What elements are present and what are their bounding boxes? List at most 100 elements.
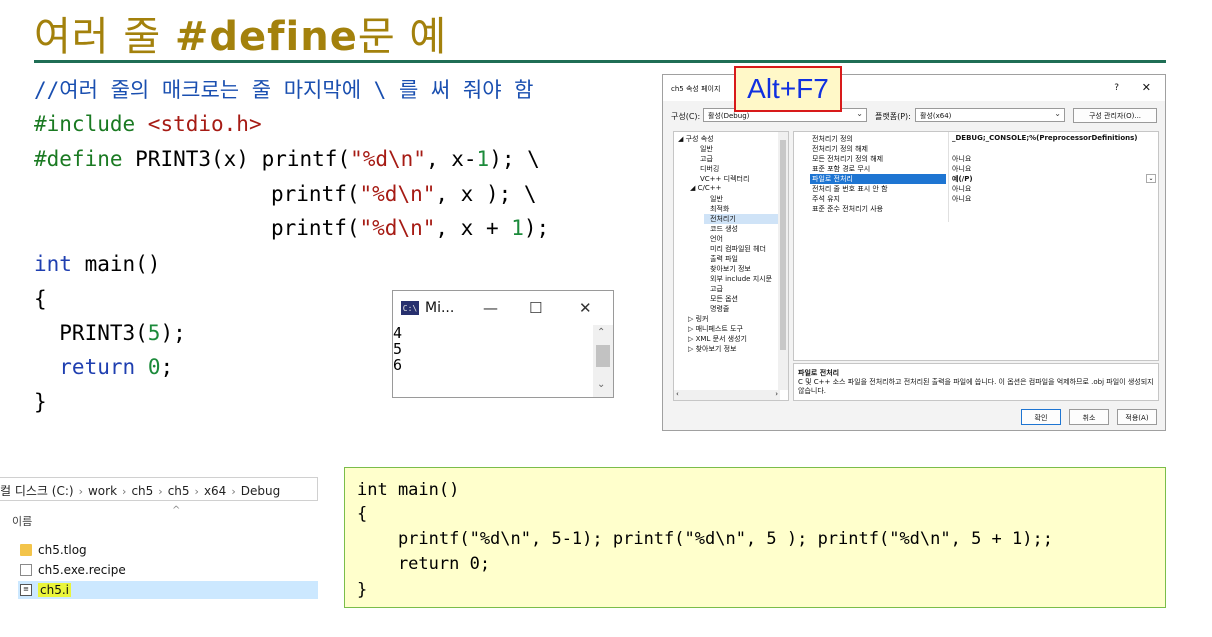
breadcrumb-item[interactable]: work (88, 484, 117, 498)
chevron-right-icon: › (78, 485, 83, 498)
property-row[interactable]: 주석 유지 아니요 (794, 194, 1158, 204)
apply-button[interactable]: 적용(A) (1117, 409, 1157, 425)
sort-caret-icon[interactable]: ^ (172, 505, 180, 516)
tree-item[interactable]: 출력 파일 (710, 254, 738, 264)
scroll-thumb[interactable] (596, 345, 610, 367)
tree-item-selected[interactable]: 전처리기 (704, 214, 780, 224)
text-file-icon: ≡ (20, 584, 32, 596)
code-line-return: return 0; (34, 355, 174, 379)
minimize-button[interactable]: — (483, 299, 498, 317)
description-title: 파일로 전처리 (798, 369, 840, 377)
output-line: printf("%d\n", 5-1); printf("%d\n", 5 );… (357, 529, 1053, 549)
output-line: } (357, 580, 368, 600)
tree-hscrollbar[interactable]: ‹ › (674, 390, 780, 400)
tree-item[interactable]: ◢ 구성 속성 (678, 134, 714, 144)
description-text: C 및 C++ 소스 파일을 전처리하고 전처리된 출력을 파일에 씁니다. 이… (798, 378, 1154, 395)
console-output-line: 5 (393, 340, 403, 358)
tree-item[interactable]: ▷ 찾아보기 정보 (688, 344, 736, 354)
chevron-right-icon: › (122, 485, 127, 498)
scroll-up-icon[interactable]: ⌃ (597, 327, 605, 338)
property-row[interactable]: 전처리 줄 번호 표시 안 함 아니요 (794, 184, 1158, 194)
list-item-selected[interactable]: ≡ ch5.i (18, 581, 318, 599)
code-line-call: PRINT3(5); (34, 321, 186, 345)
console-window: C:\ Mi... — ☐ ✕ 4 5 6 ⌃ ⌄ (392, 290, 614, 398)
property-pages-dialog: ch5 속성 페이지 ? ✕ 구성(C): 활성(Debug) ⌄ 플랫폼(P):… (662, 74, 1166, 431)
help-button[interactable]: ? (1114, 83, 1119, 93)
tree-item[interactable]: VC++ 디렉터리 (700, 174, 749, 184)
console-output: 4 5 6 (393, 325, 402, 373)
property-row[interactable]: 전처리기 정의 _DEBUG;_CONSOLE;%(PreprocessorDef… (794, 134, 1158, 144)
tree-item[interactable]: ▷ 매니페스트 도구 (688, 324, 743, 334)
chevron-down-icon[interactable]: ⌄ (1146, 174, 1156, 183)
file-explorer: 컬 디스크 (C:) › work › ch5 › ch5 › x64 › Debug ^ 이름 c… (0, 473, 318, 607)
scroll-thumb[interactable] (780, 140, 786, 350)
output-line: return 0; (357, 554, 491, 574)
shortcut-callout: Alt+F7 (734, 66, 842, 112)
slide-title: 여러 줄 #define문 예 (34, 14, 448, 60)
scroll-left-icon[interactable]: ‹ (676, 390, 679, 398)
console-scrollbar[interactable]: ⌃ ⌄ (593, 325, 613, 397)
console-output-line: 4 (393, 324, 403, 342)
breadcrumb-item[interactable]: ch5 (131, 484, 153, 498)
title-divider (34, 60, 1166, 63)
folder-icon (20, 544, 32, 556)
tree-item[interactable]: ▷ XML 문서 생성기 (688, 334, 747, 344)
tree-item[interactable]: 외부 include 지시문 (710, 274, 772, 284)
console-title: Mi... (425, 300, 455, 316)
maximize-button[interactable]: ☐ (529, 299, 542, 317)
property-row[interactable]: 전처리기 정의 해제 (794, 144, 1158, 154)
breadcrumb-item[interactable]: 컬 디스크 (C:) (0, 484, 74, 498)
platform-label: 플랫폼(P): (875, 112, 911, 121)
property-row-selected[interactable]: 파일로 전처리 예(/P) ⌄ (794, 174, 1158, 184)
tree-item[interactable]: 고급 (700, 154, 713, 164)
chevron-right-icon: › (231, 485, 236, 498)
scroll-right-icon[interactable]: › (775, 390, 778, 398)
tree-item[interactable]: 일반 (710, 194, 723, 204)
property-row[interactable]: 표준 준수 전처리기 사용 (794, 204, 1158, 214)
tree-item[interactable]: 명령줄 (710, 304, 729, 314)
dialog-close-button[interactable]: ✕ (1142, 81, 1151, 94)
config-label: 구성(C): (671, 112, 701, 121)
code-line-close-brace: } (34, 390, 47, 414)
list-item[interactable]: ch5.tlog (20, 541, 318, 559)
tree-item[interactable]: 미리 컴파일된 헤더 (710, 244, 766, 254)
scroll-down-icon[interactable]: ⌄ (597, 379, 605, 390)
list-item[interactable]: ch5.exe.recipe (20, 561, 318, 579)
breadcrumb-item[interactable]: x64 (204, 484, 226, 498)
config-manager-button[interactable]: 구성 관리자(O)... (1073, 108, 1157, 123)
file-icon (20, 564, 32, 576)
breadcrumb-item[interactable]: ch5 (168, 484, 190, 498)
tree-item[interactable]: 찾아보기 정보 (710, 264, 751, 274)
console-app-icon: C:\ (401, 301, 419, 315)
tree-scrollbar[interactable] (778, 132, 788, 390)
tree-item[interactable]: 모든 옵션 (710, 294, 738, 304)
breadcrumb-item[interactable]: Debug (241, 484, 280, 498)
property-row[interactable]: 모든 전처리기 정의 해제 아니요 (794, 154, 1158, 164)
property-tree: ◢ 구성 속성 일반 고급 디버깅 VC++ 디렉터리 ◢ C/C++ 일반 최… (673, 131, 789, 401)
console-output-line: 6 (393, 356, 403, 374)
tree-item[interactable]: 최적화 (710, 204, 729, 214)
property-grid: 전처리기 정의 _DEBUG;_CONSOLE;%(PreprocessorDef… (793, 131, 1159, 361)
chevron-right-icon: › (158, 485, 163, 498)
tree-item[interactable]: ◢ C/C++ (690, 184, 721, 192)
code-line-include: #include <stdio.h> (34, 112, 262, 136)
tree-item[interactable]: 디버깅 (700, 164, 719, 174)
output-line: { (357, 504, 368, 524)
property-row[interactable]: 표준 포함 경로 무시 아니요 (794, 164, 1158, 174)
code-line-comment: //여러 줄의 매크로는 줄 마지막에 \ 를 써 줘야 함 (34, 78, 534, 102)
column-header-name[interactable]: 이름 (12, 513, 32, 529)
chevron-right-icon: › (194, 485, 199, 498)
preprocessed-output: int main() { printf("%d\n", 5-1); printf… (344, 467, 1166, 608)
tree-item[interactable]: ▷ 링커 (688, 314, 709, 324)
cancel-button[interactable]: 취소 (1069, 409, 1109, 425)
close-button[interactable]: ✕ (579, 299, 592, 317)
platform-select[interactable]: 활성(x64) ⌄ (915, 108, 1065, 122)
dialog-title: ch5 속성 페이지 (671, 85, 721, 93)
tree-item[interactable]: 고급 (710, 284, 723, 294)
ok-button[interactable]: 확인 (1021, 409, 1061, 425)
tree-item[interactable]: 코드 생성 (710, 224, 738, 234)
breadcrumb[interactable]: 컬 디스크 (C:) › work › ch5 › ch5 › x64 › Debug (0, 477, 318, 501)
code-line-main: int main() (34, 252, 161, 276)
tree-item[interactable]: 언어 (710, 234, 723, 244)
tree-item[interactable]: 일반 (700, 144, 713, 154)
